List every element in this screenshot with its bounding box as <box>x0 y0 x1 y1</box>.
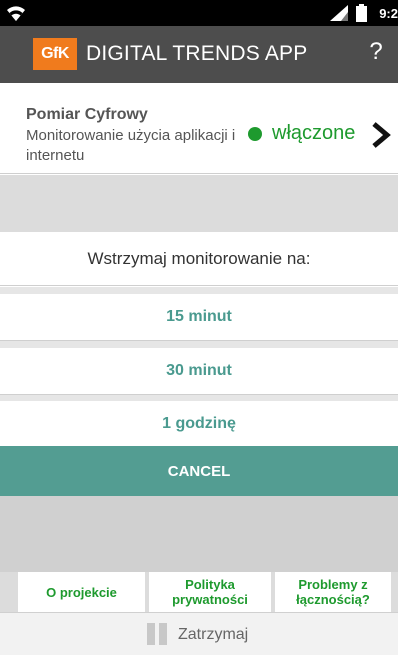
gfk-logo: GfK <box>33 38 77 70</box>
chevron-right-icon[interactable] <box>369 120 393 150</box>
status-dot-icon <box>248 127 262 141</box>
tab-about-project[interactable]: O projekcie <box>18 572 145 612</box>
divider-band <box>0 175 398 232</box>
pause-icon <box>147 623 169 645</box>
status-label: włączone <box>272 122 356 144</box>
signal-icon <box>330 5 349 21</box>
tab-privacy-policy[interactable]: Polityka prywatności <box>149 572 271 612</box>
pause-30-min-button[interactable]: 30 minut <box>0 348 398 395</box>
wifi-icon <box>7 6 25 22</box>
pause-15-min-button[interactable]: 15 minut <box>0 294 398 341</box>
battery-icon <box>356 4 368 22</box>
separator <box>0 341 398 348</box>
separator <box>0 287 398 294</box>
app-bar: GfK DIGITAL TRENDS APP ? <box>0 26 398 83</box>
pause-label: Zatrzymaj <box>178 626 249 643</box>
app-title: DIGITAL TRENDS APP <box>86 42 308 65</box>
tab-connectivity-problems[interactable]: Problemy z łącznością? <box>275 572 391 612</box>
bottom-bar[interactable]: Zatrzymaj <box>0 612 398 655</box>
pause-1-hour-button[interactable]: 1 godzinę <box>0 401 398 448</box>
background-area <box>0 496 398 572</box>
clock: 9:2 <box>379 5 398 21</box>
cancel-button[interactable]: CANCEL <box>0 446 398 496</box>
pause-prompt: Wstrzymaj monitorowanie na: <box>0 232 398 286</box>
measurement-description: Monitorowanie użycia aplikacji i interne… <box>26 127 236 164</box>
status-bar: 9:2 <box>0 0 398 26</box>
measurement-title: Pomiar Cyfrowy <box>26 106 148 123</box>
help-button[interactable]: ? <box>362 38 390 66</box>
